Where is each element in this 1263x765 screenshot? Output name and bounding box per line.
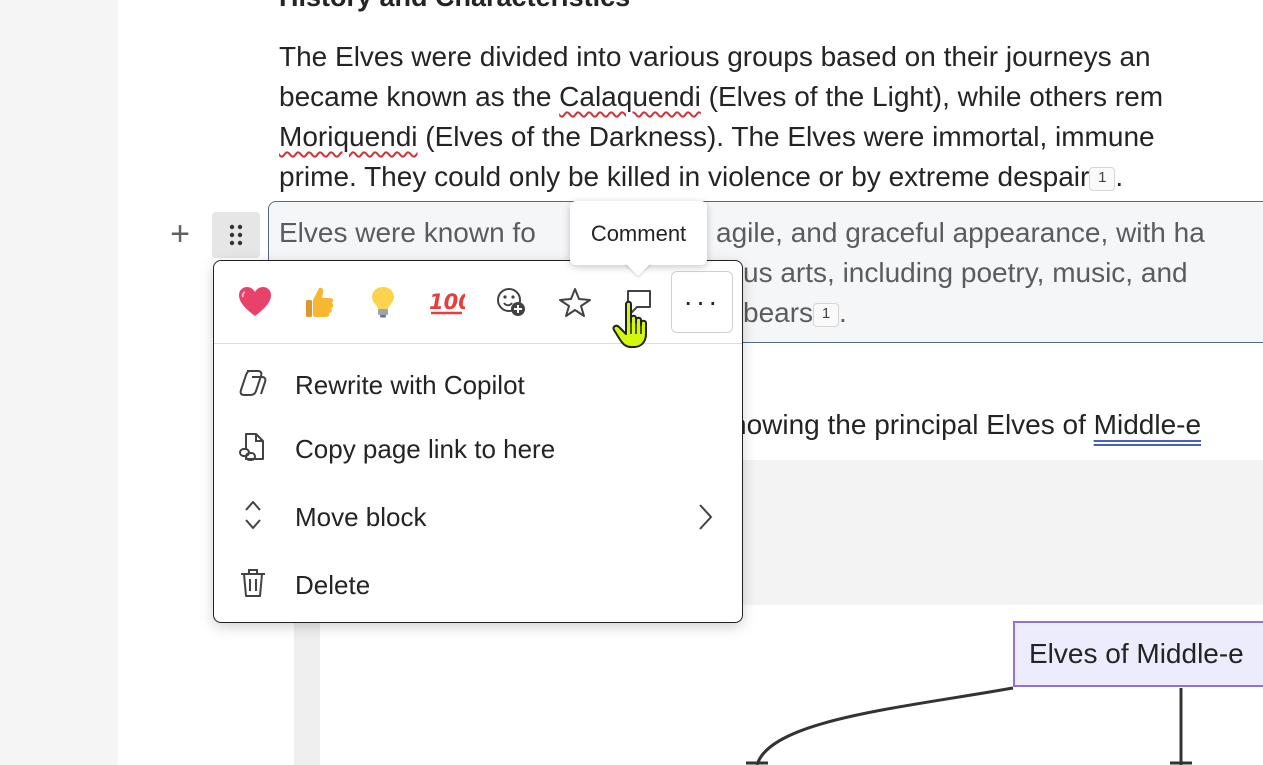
block-context-menu: 100 ··· [213,260,743,623]
add-reaction-button[interactable] [490,281,532,323]
menu-item-label: Rewrite with Copilot [295,370,525,400]
page-link-icon [239,433,264,461]
menu-item-label: Copy page link to here [295,434,556,464]
lightbulb-reaction-button[interactable] [362,281,404,323]
move-icon [245,501,261,529]
reaction-bar: 100 ··· [214,261,742,344]
delete-item[interactable]: Delete [214,555,742,615]
menu-item-label: Move block [295,502,427,532]
tooltip-pointer [624,262,652,276]
svg-text:100: 100 [429,290,465,314]
move-block-item[interactable]: Move block [214,487,742,547]
copy-page-link-item[interactable]: Copy page link to here [214,419,742,479]
menu-item-label: Delete [295,570,371,600]
heart-icon [239,287,271,316]
thumbs-up-icon [306,287,334,317]
lightbulb-icon [372,287,394,318]
chevron-right-icon [699,504,713,530]
thumbs-up-reaction-button[interactable] [298,281,340,323]
copilot-icon [239,370,267,396]
trash-icon [241,569,265,597]
add-emoji-icon [497,288,525,316]
sparkle-reaction-button[interactable] [554,281,596,323]
diagram-node-root[interactable]: Elves of Middle-e [1013,621,1263,687]
sparkle-star-icon [559,288,591,317]
more-reactions-button[interactable]: ··· [671,271,733,333]
rewrite-with-copilot-item[interactable]: Rewrite with Copilot [214,355,742,415]
heart-reaction-button[interactable] [234,281,276,323]
hundred-points-icon: 100 [429,290,465,315]
hundred-reaction-button[interactable]: 100 [426,281,468,323]
comment-tooltip: Comment [570,201,707,265]
hand-cursor-icon [612,300,647,348]
